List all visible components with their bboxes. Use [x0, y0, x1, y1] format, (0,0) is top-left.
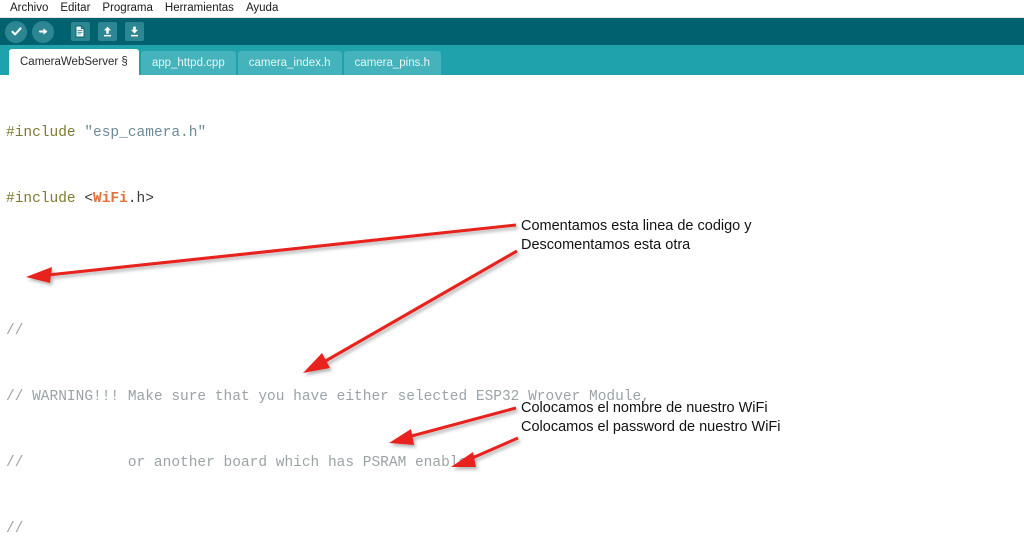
new-button[interactable]: [68, 20, 92, 44]
tab-camera-pins-h[interactable]: camera_pins.h: [343, 51, 441, 75]
annotation-wifi-credentials: Colocamos el nombre de nuestro WiFi Colo…: [521, 399, 781, 437]
code-line: #include <WiFi.h>: [6, 188, 1024, 210]
menu-item-programa[interactable]: Programa: [96, 0, 159, 17]
code-line: // WARNING!!! Make sure that you have ei…: [6, 386, 1024, 408]
tab-app-httpd-cpp[interactable]: app_httpd.cpp: [140, 51, 236, 75]
token-comment: //: [6, 323, 24, 339]
code-line: //: [6, 320, 1024, 342]
code-line: // or another board which has PSRAM enab…: [6, 452, 1024, 474]
arrow-up-icon: [97, 22, 117, 41]
code-line: #include "esp_camera.h": [6, 122, 1024, 144]
open-button[interactable]: [95, 20, 119, 44]
menu-item-archivo[interactable]: Archivo: [4, 0, 54, 17]
token-comment: // or another board which has PSRAM enab…: [6, 455, 476, 471]
menu-item-editar[interactable]: Editar: [54, 0, 96, 17]
annotation-line-2: Colocamos el password de nuestro WiFi: [521, 419, 781, 435]
menu-bar: Archivo Editar Programa Herramientas Ayu…: [0, 0, 1024, 18]
editor-tab-bar: CameraWebServer § app_httpd.cpp camera_i…: [0, 45, 1024, 75]
token-include: #include: [6, 191, 76, 207]
token-include: #include: [6, 125, 76, 141]
code-editor[interactable]: #include "esp_camera.h" #include <WiFi.h…: [0, 75, 1024, 559]
menu-item-herramientas[interactable]: Herramientas: [159, 0, 240, 17]
token-wifi: WiFi: [93, 191, 128, 207]
annotation-line-1: Colocamos el nombre de nuestro WiFi: [521, 400, 768, 416]
save-button[interactable]: [122, 20, 146, 44]
token-comment: //: [6, 521, 24, 537]
source-code[interactable]: #include "esp_camera.h" #include <WiFi.h…: [0, 78, 1024, 559]
tab-camera-index-h[interactable]: camera_index.h: [237, 51, 342, 75]
arrow-right-icon: [32, 20, 54, 43]
arrow-down-icon: [124, 22, 144, 41]
annotation-line-1: Comentamos esta linea de codigo y: [521, 218, 752, 234]
token-angle-rest: .h>: [127, 191, 154, 207]
code-line: //: [6, 518, 1024, 540]
menu-item-ayuda[interactable]: Ayuda: [240, 0, 284, 17]
annotation-line-2: Descomentamos esta otra: [521, 237, 691, 253]
annotation-comment-lines: Comentamos esta linea de codigo y Descom…: [521, 217, 752, 255]
token-angle-open: <: [75, 191, 94, 207]
document-icon: [70, 22, 90, 41]
toolbar: [0, 18, 1024, 45]
upload-button[interactable]: [31, 20, 55, 44]
check-icon: [5, 20, 27, 43]
verify-button[interactable]: [4, 20, 28, 44]
token-string: "esp_camera.h": [75, 125, 207, 141]
tab-camerawebserver[interactable]: CameraWebServer §: [9, 49, 139, 75]
